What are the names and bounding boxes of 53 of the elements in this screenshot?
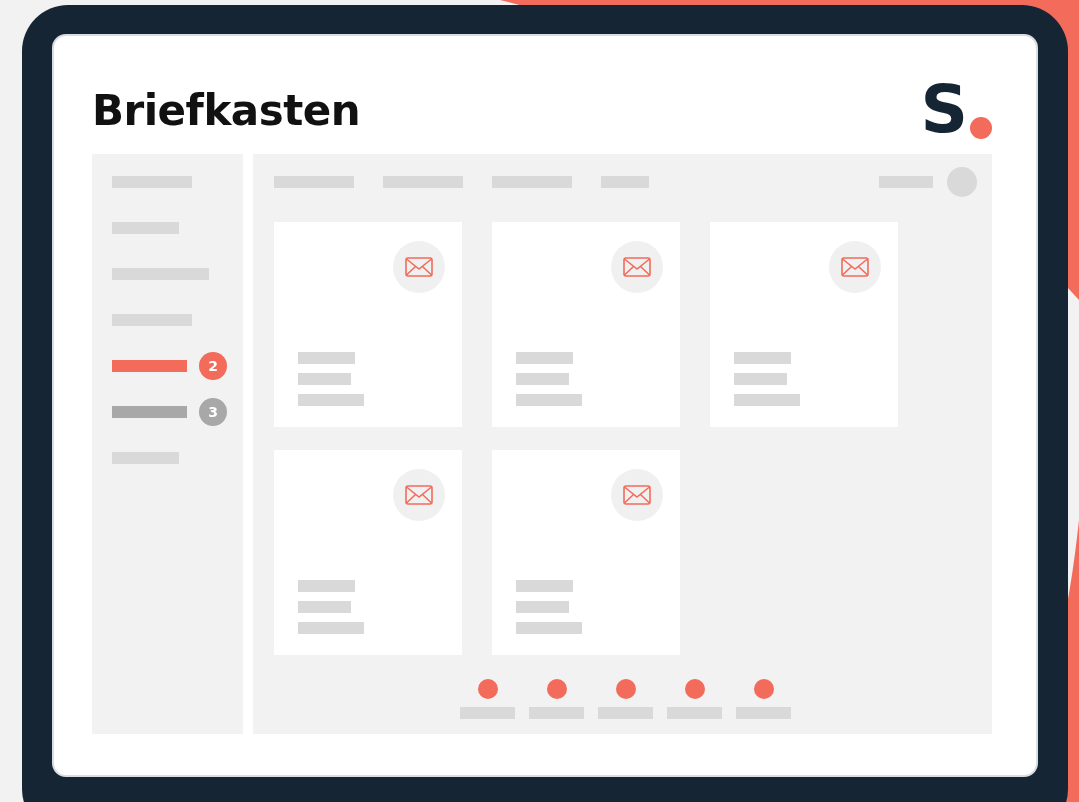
envelope-icon xyxy=(405,485,433,505)
mail-card[interactable] xyxy=(274,450,462,655)
label-placeholder xyxy=(598,707,653,719)
page-title: Briefkasten xyxy=(92,85,361,135)
sidebar-item[interactable] xyxy=(112,314,192,326)
mail-card[interactable] xyxy=(710,222,898,427)
menu-item-placeholder[interactable] xyxy=(383,176,463,188)
label-placeholder xyxy=(529,707,584,719)
text-placeholder xyxy=(516,352,573,364)
text-placeholder xyxy=(516,601,569,613)
label-placeholder xyxy=(667,707,722,719)
menu-item-placeholder[interactable] xyxy=(492,176,572,188)
envelope-icon xyxy=(623,257,651,277)
page-dot-icon[interactable] xyxy=(753,679,774,699)
text-placeholder xyxy=(734,373,787,385)
sidebar-item[interactable] xyxy=(112,222,179,234)
count-badge: 2 xyxy=(199,352,227,380)
text-placeholder xyxy=(298,394,364,406)
menu-item-placeholder[interactable] xyxy=(274,176,354,188)
mail-card[interactable] xyxy=(492,222,680,427)
sidebar-item[interactable] xyxy=(112,268,209,280)
text-placeholder xyxy=(298,373,351,385)
mail-card[interactable] xyxy=(274,222,462,427)
text-placeholder xyxy=(516,373,569,385)
count-badge: 3 xyxy=(199,398,227,426)
text-placeholder xyxy=(734,352,791,364)
page-dot-icon[interactable] xyxy=(477,679,498,699)
text-placeholder xyxy=(298,601,351,613)
mail-card[interactable] xyxy=(492,450,680,655)
sidebar-item[interactable] xyxy=(112,452,179,464)
envelope-icon xyxy=(405,257,433,277)
avatar-icon[interactable] xyxy=(947,167,977,197)
label-placeholder xyxy=(460,707,515,719)
page-dot-icon[interactable] xyxy=(684,679,705,699)
text-placeholder xyxy=(298,622,364,634)
sidebar-item[interactable] xyxy=(112,176,192,188)
logo-dot-icon xyxy=(970,117,992,139)
text-placeholder xyxy=(734,394,800,406)
text-placeholder xyxy=(298,580,355,592)
text-placeholder xyxy=(516,580,573,592)
sidebar-item[interactable] xyxy=(112,360,187,372)
page-dot-icon[interactable] xyxy=(615,679,636,699)
text-placeholder xyxy=(298,352,355,364)
user-name-placeholder xyxy=(879,176,933,188)
menu-item-placeholder[interactable] xyxy=(601,176,649,188)
label-placeholder xyxy=(736,707,791,719)
text-placeholder xyxy=(516,394,582,406)
page-dot-icon[interactable] xyxy=(546,679,567,699)
text-placeholder xyxy=(516,622,582,634)
envelope-icon xyxy=(841,257,869,277)
sidebar-item[interactable] xyxy=(112,406,187,418)
envelope-icon xyxy=(623,485,651,505)
logo-letter: S xyxy=(920,77,968,143)
